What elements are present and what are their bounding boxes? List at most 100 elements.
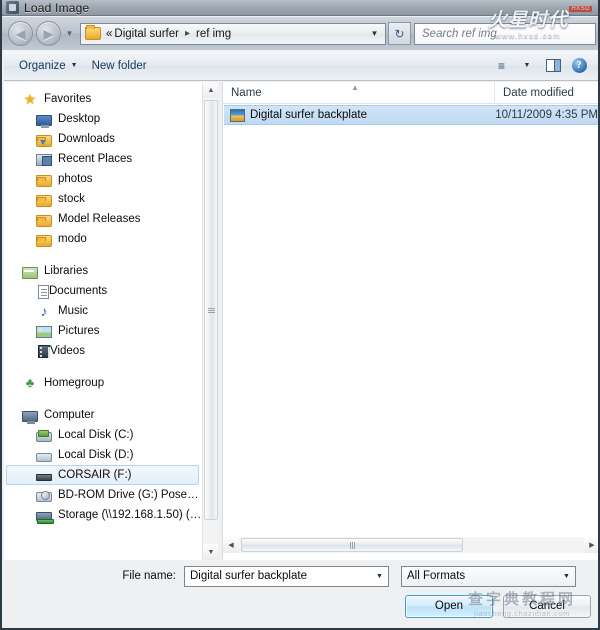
sidebar-item-corsair-f[interactable]: CORSAIR (F:) <box>6 465 199 485</box>
sidebar-item-label: Videos <box>50 345 85 357</box>
sidebar-item-pictures[interactable]: Pictures <box>4 321 202 341</box>
file-list-pane: Name ▲ Date modified Digital surfer back… <box>222 81 598 537</box>
breadcrumb-item-1[interactable]: ref img <box>195 28 232 40</box>
load-image-dialog: Load Image ◀ ▶ ▼ « Digital surfer ▸ ref … <box>0 0 600 630</box>
sidebar-item-recent-places[interactable]: Recent Places <box>4 149 202 169</box>
downloads-folder-icon <box>36 134 52 147</box>
sidebar-item-model-releases[interactable]: Model Releases <box>4 209 202 229</box>
picture-icon <box>36 326 52 338</box>
breadcrumb-overflow[interactable]: « <box>105 28 113 40</box>
search-input[interactable]: Search ref img <box>414 22 596 45</box>
horizontal-scrollbar-thumb[interactable] <box>241 538 463 552</box>
help-button[interactable]: ? <box>566 55 592 77</box>
view-mode-dropdown[interactable]: ▼ <box>514 55 540 77</box>
open-button[interactable]: Open <box>405 594 493 618</box>
new-folder-label: New folder <box>91 59 147 72</box>
file-type-filter-select[interactable]: All Formats ▼ <box>401 565 576 587</box>
sidebar-item-storage-192-168-1-50-z[interactable]: Storage (\\192.168.1.50) (Z:) <box>4 505 202 525</box>
app-icon <box>6 1 19 14</box>
sidebar-item-photos[interactable]: photos <box>4 169 202 189</box>
sidebar-item-label: Local Disk (D:) <box>58 449 134 461</box>
navigation-group-label: Libraries <box>44 265 89 277</box>
optical-drive-icon <box>36 490 52 502</box>
navigation-group-homegroup[interactable]: ♣ Homegroup <box>4 373 202 393</box>
file-list-horizontal-scrollbar[interactable]: ◀ ▶ <box>222 537 598 553</box>
navigation-group-gap <box>4 393 202 405</box>
system-disk-icon <box>36 429 52 442</box>
navigation-pane: ★ Favorites Desktop Downloads Recent Places p… <box>4 82 202 560</box>
chevron-down-icon[interactable]: ▼ <box>558 573 575 580</box>
navigation-group-gap <box>4 361 202 373</box>
libraries-icon <box>22 266 38 279</box>
sidebar-item-desktop[interactable]: Desktop <box>4 109 202 129</box>
sidebar-item-label: CORSAIR (F:) <box>58 469 132 481</box>
sidebar-item-label: Model Releases <box>58 213 141 225</box>
cancel-button[interactable]: Cancel <box>503 594 591 618</box>
folder-icon <box>36 194 52 207</box>
view-mode-button[interactable]: ≡ <box>488 55 514 77</box>
organize-label: Organize <box>19 59 66 72</box>
forward-arrow-icon: ▶ <box>43 26 54 41</box>
file-rows-container: Digital surfer backplate 10/11/2009 4:35 … <box>223 105 598 125</box>
recent-pages-caret-icon[interactable]: ▼ <box>63 29 76 38</box>
dialog-footer: File name: Digital surfer backplate ▼ Al… <box>4 560 598 626</box>
sidebar-item-downloads[interactable]: Downloads <box>4 129 202 149</box>
scroll-left-button[interactable]: ◀ <box>223 537 239 553</box>
navigation-group-libraries[interactable]: Libraries <box>4 261 202 281</box>
navigation-group-gap <box>4 249 202 261</box>
refresh-button[interactable]: ↻ <box>388 22 411 45</box>
scroll-up-button[interactable]: ▲ <box>203 82 219 98</box>
scrollbar-thumb[interactable] <box>204 100 218 520</box>
image-thumbnail-icon <box>230 108 245 122</box>
column-header-date[interactable]: Date modified <box>495 82 598 104</box>
preview-pane-button[interactable] <box>540 55 566 77</box>
scroll-right-button[interactable]: ▶ <box>584 537 598 553</box>
file-date-cell: 10/11/2009 4:35 PM <box>495 109 598 121</box>
title-bar: Load Image <box>2 0 598 16</box>
sidebar-item-music[interactable]: ♪ Music <box>4 301 202 321</box>
navigation-group-favorites[interactable]: ★ Favorites <box>4 89 202 109</box>
sidebar-item-label: Desktop <box>58 113 101 125</box>
sidebar-item-label: photos <box>58 173 93 185</box>
video-icon <box>38 345 50 358</box>
navigation-tree: ★ Favorites Desktop Downloads Recent Places p… <box>4 82 202 525</box>
table-row[interactable]: Digital surfer backplate 10/11/2009 4:35 … <box>224 105 598 125</box>
sidebar-item-label: Music <box>58 305 89 317</box>
scroll-down-button[interactable]: ▼ <box>203 544 219 560</box>
filename-input[interactable]: Digital surfer backplate ▼ <box>184 565 389 587</box>
command-toolbar: Organize ▼ New folder ≡ ▼ ? <box>4 51 598 81</box>
sidebar-item-label: modo <box>58 233 87 245</box>
column-header-name-label: Name <box>231 86 262 99</box>
back-button[interactable]: ◀ <box>8 21 33 46</box>
sidebar-item-bd-rom-drive-g-poser-pro[interactable]: BD-ROM Drive (G:) Poser Pro <box>4 485 202 505</box>
navigation-pane-scrollbar[interactable]: ▲ ▼ <box>202 82 219 560</box>
organize-button[interactable]: Organize ▼ <box>12 56 85 76</box>
sidebar-item-modo[interactable]: modo <box>4 229 202 249</box>
sidebar-item-local-disk-c[interactable]: Local Disk (C:) <box>4 425 202 445</box>
navigation-group-computer[interactable]: Computer <box>4 405 202 425</box>
address-dropdown-icon[interactable]: ▼ <box>366 29 383 38</box>
filename-row: File name: Digital surfer backplate ▼ Al… <box>4 565 598 587</box>
forward-button[interactable]: ▶ <box>36 21 61 46</box>
column-header-name[interactable]: Name ▲ <box>223 81 495 104</box>
breadcrumb-item-0[interactable]: Digital surfer <box>113 28 180 40</box>
navigation-group-label: Homegroup <box>44 377 105 389</box>
network-drive-icon <box>36 511 54 524</box>
filename-dropdown-icon[interactable]: ▼ <box>371 573 388 580</box>
address-bar[interactable]: « Digital surfer ▸ ref img ▼ <box>80 22 386 45</box>
chevron-down-icon: ▼ <box>523 62 531 69</box>
breadcrumb-separator-icon: ▸ <box>184 28 190 39</box>
sidebar-item-stock[interactable]: stock <box>4 189 202 209</box>
desktop-icon <box>36 114 52 128</box>
navigation-group-label: Favorites <box>44 93 92 105</box>
navigation-group-label: Computer <box>44 409 95 421</box>
recent-places-icon <box>36 154 52 166</box>
list-view-icon: ≡ <box>497 58 505 73</box>
sidebar-item-documents[interactable]: Documents <box>4 281 202 301</box>
music-note-icon: ♪ <box>40 303 48 319</box>
sidebar-item-local-disk-d[interactable]: Local Disk (D:) <box>4 445 202 465</box>
new-folder-button[interactable]: New folder <box>85 56 154 76</box>
folder-icon <box>36 234 52 247</box>
column-header-date-label: Date modified <box>503 86 574 99</box>
sidebar-item-videos[interactable]: Videos <box>4 341 202 361</box>
